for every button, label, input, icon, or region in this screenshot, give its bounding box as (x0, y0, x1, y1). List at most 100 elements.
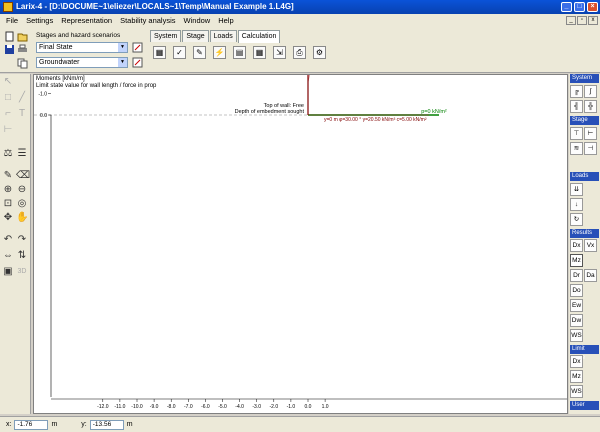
menu-window[interactable]: Window (180, 16, 215, 25)
close-button[interactable]: × (587, 2, 598, 12)
new-file-icon[interactable] (4, 31, 15, 42)
rect-icon[interactable]: □ (2, 92, 14, 104)
stage-select[interactable]: Final State ▼ (36, 42, 128, 53)
result-ws-button[interactable]: WS (570, 329, 583, 342)
result-vx-button[interactable]: Vx (584, 239, 597, 252)
x-tick-label: 0.0 (305, 404, 312, 410)
stage-anchor-icon[interactable]: ⊢ (584, 127, 597, 140)
tab-system[interactable]: System (150, 30, 182, 42)
tab-stage[interactable]: Stage (182, 30, 209, 42)
dimension-icon[interactable]: ⊢ (2, 124, 14, 136)
print-icon[interactable] (17, 44, 28, 55)
x-unit: m (51, 421, 58, 428)
flip-icon[interactable]: ⇅ (16, 250, 28, 262)
app-icon (3, 2, 13, 12)
text-icon[interactable]: T (16, 108, 28, 120)
calc-export-icon[interactable]: ⇲ (273, 46, 286, 59)
menu-file[interactable]: File (2, 16, 22, 25)
edit-stage-icon[interactable] (132, 42, 143, 53)
line-icon[interactable]: ╱ (16, 92, 28, 104)
result-da-button[interactable]: Da (584, 269, 597, 282)
maximize-button[interactable]: □ (574, 2, 585, 12)
chevron-down-icon: ▼ (118, 43, 127, 52)
fit-icon[interactable]: ⇔ (2, 250, 14, 262)
limit-dx-button[interactable]: Dx (570, 355, 583, 368)
result-mz-button[interactable]: Mz (570, 254, 583, 267)
view-3d-icon[interactable]: 3D (16, 266, 28, 278)
mdi-restore-button[interactable]: ▫ (577, 16, 587, 25)
stage-prop-icon[interactable]: ⊣ (584, 142, 597, 155)
calc-report-icon[interactable]: ▤ (233, 46, 246, 59)
calc-print-icon[interactable]: ⎙ (293, 46, 306, 59)
system-split-icon[interactable]: ╬ (584, 100, 597, 113)
chart-canvas[interactable]: Moments [kNm/m] Limit state value for wa… (33, 74, 568, 414)
x-tick-label: -1.0 (287, 404, 296, 410)
pen-icon[interactable]: ✎ (2, 170, 14, 182)
redo-icon[interactable]: ↷ (16, 234, 28, 246)
tab-loads[interactable]: Loads (209, 30, 237, 42)
view-2d-icon[interactable]: ▣ (2, 266, 14, 278)
groundwater-select-value: Groundwater (39, 59, 80, 66)
calc-settings-icon[interactable]: ⚙ (313, 46, 326, 59)
result-dw-button[interactable]: Dw (570, 314, 583, 327)
panel-head-results: Results (570, 229, 599, 238)
menu-representation[interactable]: Representation (57, 16, 116, 25)
save-icon[interactable] (4, 44, 15, 55)
menu-stability-analysis[interactable]: Stability analysis (116, 16, 179, 25)
zoom-out-icon[interactable]: ⊖ (16, 184, 28, 196)
panel-head-loads: Loads (570, 172, 599, 181)
zoom-window-icon[interactable]: ⊡ (2, 198, 14, 210)
eraser-icon[interactable]: ⌫ (16, 170, 30, 182)
x-tick-label: -9.0 (150, 404, 159, 410)
x-tick-label: -2.0 (269, 404, 278, 410)
limit-ws-button[interactable]: WS (570, 385, 583, 398)
undo-icon[interactable]: ↶ (2, 234, 14, 246)
load-moment-icon[interactable]: ↻ (570, 213, 583, 226)
chevron-down-icon: ▼ (118, 58, 127, 67)
zoom-fit-icon[interactable]: ◎ (16, 198, 28, 210)
scenarios-label: Stages and hazard scenarios (36, 32, 121, 39)
calc-run-icon[interactable]: ⚡ (213, 46, 226, 59)
toolbar-area: Stages and hazard scenarios Final State … (0, 27, 600, 73)
x-tick-label: -6.0 (201, 404, 210, 410)
menu-settings[interactable]: Settings (22, 16, 57, 25)
stage-water-icon[interactable]: ≋ (570, 142, 583, 155)
result-dr-button[interactable]: Dr (570, 269, 583, 282)
load-point-icon[interactable]: ↓ (570, 198, 583, 211)
copy-icon[interactable] (17, 58, 28, 69)
load-distributed-icon[interactable]: ⇊ (570, 183, 583, 196)
zoom-in-icon[interactable]: ⊕ (2, 184, 14, 196)
select-icon[interactable]: ↖ (2, 76, 14, 88)
result-ew-button[interactable]: Ew (570, 299, 583, 312)
calc-table-icon[interactable]: ▦ (153, 46, 166, 59)
hand-icon[interactable]: ✋ (16, 212, 28, 224)
groundwater-select[interactable]: Groundwater ▼ (36, 57, 128, 68)
system-curve-icon[interactable]: ∫ (584, 85, 597, 98)
limit-mz-button[interactable]: Mz (570, 370, 583, 383)
calc-grid-icon[interactable]: ▦ (253, 46, 266, 59)
panel-head-user: User (570, 401, 599, 410)
measure-icon[interactable]: ⚖ (2, 148, 14, 160)
system-wall-icon[interactable]: ╔ (570, 85, 583, 98)
open-folder-icon[interactable] (17, 31, 28, 42)
layer1-label: y=0 m φ=30.00 ° γ=20.50 kN/m³ c=5.00 kN/… (324, 117, 427, 123)
stage-excavation-icon[interactable]: ⊤ (570, 127, 583, 140)
polyline-icon[interactable]: ⌐ (2, 108, 14, 120)
x-tick-label: -4.0 (235, 404, 244, 410)
calc-check-icon[interactable]: ✓ (173, 46, 186, 59)
pan-icon[interactable]: ✥ (2, 212, 14, 224)
calc-edit-icon[interactable]: ✎ (193, 46, 206, 59)
result-dx-button[interactable]: Dx (570, 239, 583, 252)
stage-select-value: Final State (39, 44, 73, 51)
x-tick-label: -7.0 (184, 404, 193, 410)
layers-icon[interactable]: ☰ (16, 148, 28, 160)
tab-calculation[interactable]: Calculation (237, 30, 281, 43)
edit-water-icon[interactable] (132, 57, 143, 68)
mdi-close-button[interactable]: x (588, 16, 598, 25)
x-tick-label: -5.0 (218, 404, 227, 410)
menu-help[interactable]: Help (214, 16, 237, 25)
minimize-button[interactable]: _ (561, 2, 572, 12)
system-wall2-icon[interactable]: ╣ (570, 100, 583, 113)
mdi-minimize-button[interactable]: _ (566, 16, 576, 25)
result-do-button[interactable]: Do (570, 284, 583, 297)
